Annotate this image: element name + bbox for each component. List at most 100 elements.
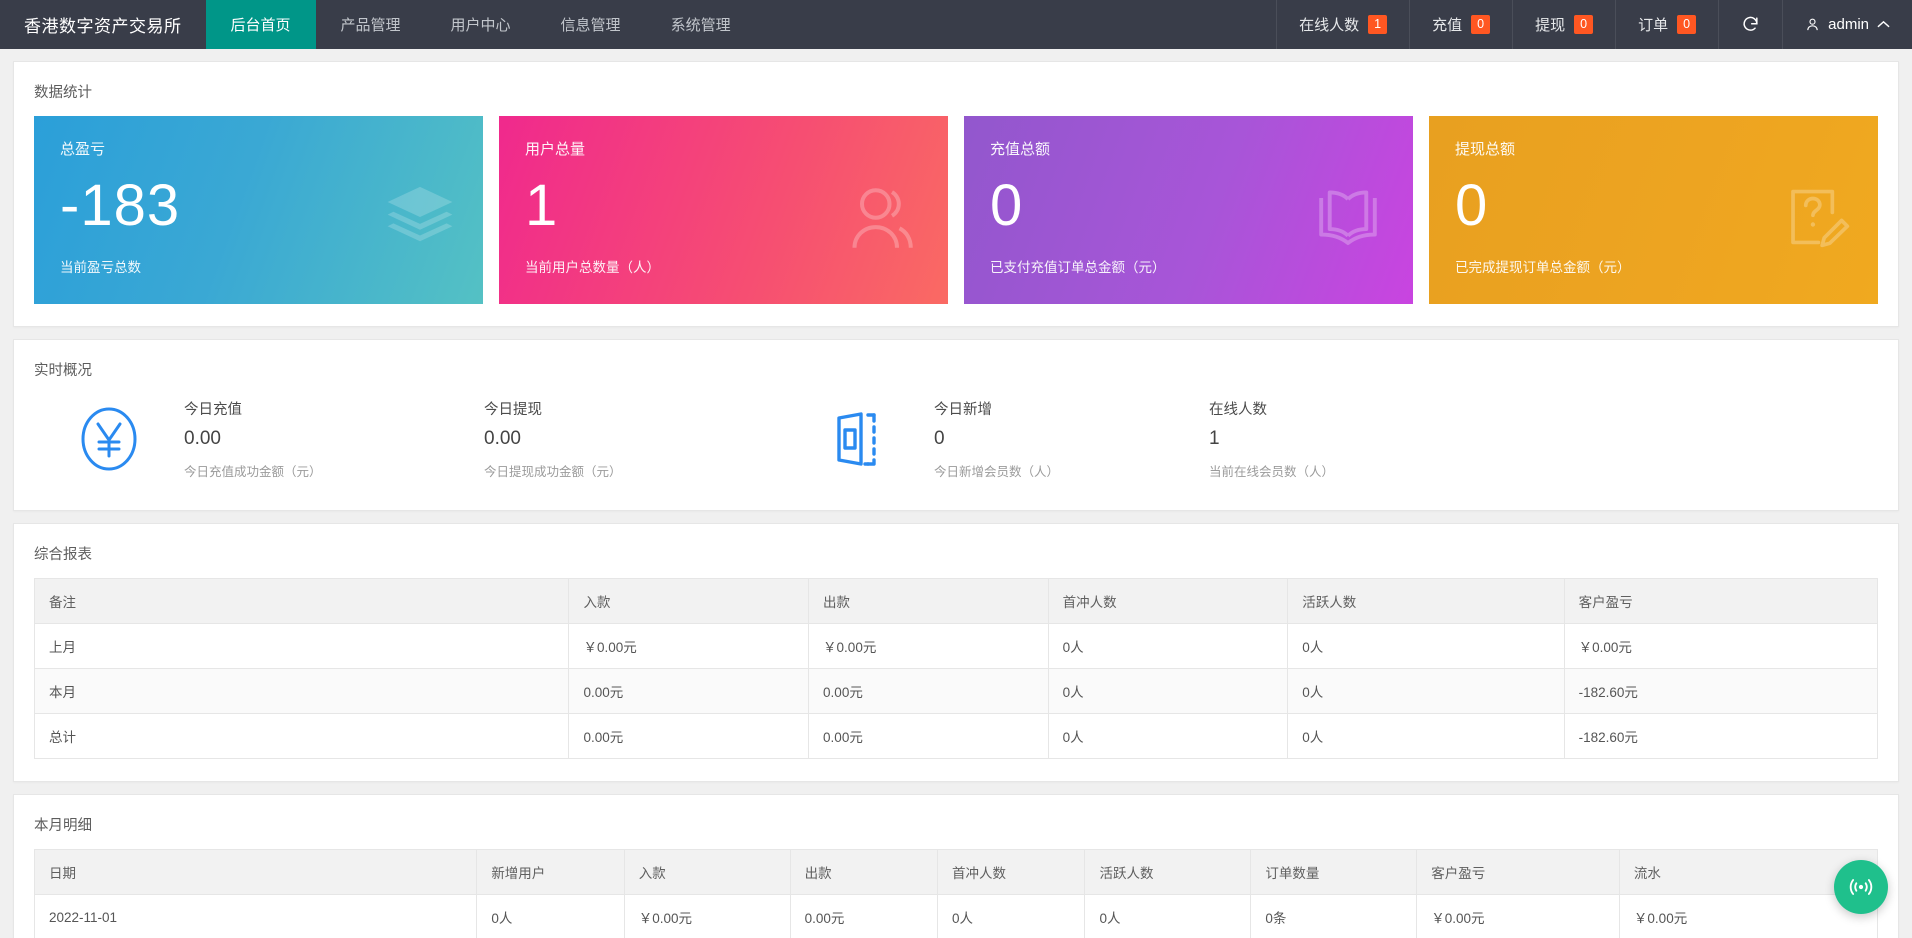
metric-description: 今日提现成功金额（元） bbox=[484, 465, 622, 479]
book-icon bbox=[1309, 178, 1387, 261]
user-menu[interactable]: admin bbox=[1782, 0, 1912, 49]
cell-remark: 上月 bbox=[33, 623, 570, 669]
cell-customer-pl: ￥0.00元 bbox=[1563, 623, 1879, 669]
nav-item-user-center[interactable]: 用户中心 bbox=[426, 0, 536, 49]
col-remark: 备注 bbox=[33, 578, 570, 624]
realtime-panel-title: 实时概况 bbox=[34, 363, 92, 379]
site-brand-title: 香港数字资产交易所 bbox=[24, 17, 182, 36]
statistics-panel: 数据统计 总盈亏 -183 当前盈亏总数 用户总量 1 当前用户总数量（人） 充… bbox=[13, 61, 1899, 327]
cell-active-count: 0人 bbox=[1287, 668, 1565, 714]
nav-stat-online-users-badge: 1 bbox=[1368, 15, 1388, 34]
cell-customer-pl: -182.60元 bbox=[1563, 668, 1879, 714]
cell-deposit: 0.00元 bbox=[568, 713, 810, 759]
nav-item-info-management[interactable]: 信息管理 bbox=[536, 0, 646, 49]
user-name-label: admin bbox=[1828, 16, 1869, 33]
stat-card-label: 总盈亏 bbox=[60, 141, 106, 158]
nav-right-group: 在线人数 1 充值 0 提现 0 订单 0 admin bbox=[1276, 0, 1912, 49]
page-content: 数据统计 总盈亏 -183 当前盈亏总数 用户总量 1 当前用户总数量（人） 充… bbox=[0, 49, 1912, 938]
comprehensive-report-table-wrap: 备注 入款 出款 首冲人数 活跃人数 客户盈亏 上月 ￥0.00元 ￥0.00元… bbox=[14, 578, 1898, 781]
cell-withdraw: 0.00元 bbox=[808, 668, 1049, 714]
nav-stat-orders[interactable]: 订单 0 bbox=[1615, 0, 1718, 49]
realtime-metrics-row: 今日充值 0.00 今日充值成功金额（元） 今日提现 0.00 今日提现成功金额… bbox=[14, 394, 1898, 510]
refresh-button[interactable] bbox=[1718, 0, 1782, 49]
table-header-row: 备注 入款 出款 首冲人数 活跃人数 客户盈亏 bbox=[33, 578, 1879, 624]
nav-stat-withdraw[interactable]: 提现 0 bbox=[1512, 0, 1615, 49]
cell-withdraw: 0.00元 bbox=[808, 713, 1049, 759]
col-active-count: 活跃人数 bbox=[1287, 578, 1565, 624]
metric-description: 今日新增会员数（人） bbox=[934, 465, 1060, 479]
stat-card-total-users[interactable]: 用户总量 1 当前用户总数量（人） bbox=[499, 116, 948, 304]
stat-card-row: 总盈亏 -183 当前盈亏总数 用户总量 1 当前用户总数量（人） 充值总额 0… bbox=[14, 116, 1898, 326]
metric-value: 0.00 bbox=[484, 428, 521, 449]
comprehensive-report-table: 备注 入款 出款 首冲人数 活跃人数 客户盈亏 上月 ￥0.00元 ￥0.00元… bbox=[33, 578, 1879, 759]
metric-label: 今日充值 bbox=[184, 402, 242, 418]
col-customer-pl: 客户盈亏 bbox=[1416, 849, 1620, 895]
door-exit-icon-wrap bbox=[784, 408, 934, 470]
cell-deposit: ￥0.00元 bbox=[623, 894, 791, 938]
realtime-block-today-recharge: 今日充值 0.00 今日充值成功金额（元） bbox=[184, 398, 484, 480]
nav-stat-withdraw-label: 提现 bbox=[1535, 17, 1566, 34]
yuan-circle-icon bbox=[81, 407, 137, 471]
metric-value: 1 bbox=[1209, 428, 1220, 449]
nav-item-product-management[interactable]: 产品管理 bbox=[316, 0, 426, 49]
person-icon bbox=[1807, 18, 1818, 31]
col-date: 日期 bbox=[33, 849, 478, 895]
nav-stat-orders-label: 订单 bbox=[1638, 17, 1669, 34]
col-deposit: 入款 bbox=[623, 849, 791, 895]
nav-stat-withdraw-badge: 0 bbox=[1574, 15, 1594, 34]
month-detail-panel: 本月明细 日期 新增用户 入款 出款 首冲人数 活跃人数 订单数量 客户盈亏 流… bbox=[13, 794, 1899, 938]
layers-icon bbox=[383, 180, 457, 259]
metric-description: 今日充值成功金额（元） bbox=[184, 465, 322, 479]
nav-stat-recharge-label: 充值 bbox=[1432, 17, 1463, 34]
comprehensive-report-title: 综合报表 bbox=[34, 547, 92, 563]
cell-first-deposit-count: 0人 bbox=[1047, 623, 1289, 669]
cell-first-deposit-count: 0人 bbox=[937, 894, 1086, 938]
col-new-users: 新增用户 bbox=[476, 849, 625, 895]
stat-card-total-profit-loss[interactable]: 总盈亏 -183 当前盈亏总数 bbox=[34, 116, 483, 304]
metric-label: 今日提现 bbox=[484, 402, 542, 418]
cell-deposit: 0.00元 bbox=[568, 668, 810, 714]
cell-date: 2022-11-01 bbox=[33, 894, 478, 938]
yuan-circle-icon-wrap bbox=[34, 403, 184, 475]
realtime-block-today-new-users: 今日新增 0 今日新增会员数（人） bbox=[934, 398, 1209, 480]
metric-label: 在线人数 bbox=[1209, 402, 1267, 418]
stat-card-total-recharge[interactable]: 充值总额 0 已支付充值订单总金额（元） bbox=[964, 116, 1413, 304]
realtime-block-online-users: 在线人数 1 当前在线会员数（人） bbox=[1209, 398, 1484, 480]
top-navigation-bar: 香港数字资产交易所 后台首页 产品管理 用户中心 信息管理 系统管理 在线人数 … bbox=[0, 0, 1912, 49]
month-detail-table-wrap: 日期 新增用户 入款 出款 首冲人数 活跃人数 订单数量 客户盈亏 流水 202… bbox=[14, 849, 1898, 938]
metric-description: 当前在线会员数（人） bbox=[1209, 465, 1335, 479]
nav-item-system-management[interactable]: 系统管理 bbox=[646, 0, 756, 49]
cell-active-count: 0人 bbox=[1287, 713, 1565, 759]
cell-first-deposit-count: 0人 bbox=[1047, 713, 1289, 759]
stat-card-label: 提现总额 bbox=[1455, 141, 1516, 158]
col-active-count: 活跃人数 bbox=[1084, 849, 1252, 895]
nav-stat-recharge-badge: 0 bbox=[1471, 15, 1491, 34]
col-withdraw: 出款 bbox=[808, 578, 1049, 624]
stat-card-label: 用户总量 bbox=[525, 141, 586, 158]
primary-nav: 后台首页 产品管理 用户中心 信息管理 系统管理 bbox=[205, 0, 756, 49]
nav-item-dashboard[interactable]: 后台首页 bbox=[205, 0, 316, 49]
table-row: 2022-11-01 0人 ￥0.00元 0.00元 0人 0人 0条 ￥0.0… bbox=[33, 894, 1879, 938]
col-first-deposit-count: 首冲人数 bbox=[1047, 578, 1289, 624]
refresh-icon bbox=[1743, 16, 1758, 31]
nav-stat-online-users[interactable]: 在线人数 1 bbox=[1276, 0, 1409, 49]
table-header-row: 日期 新增用户 入款 出款 首冲人数 活跃人数 订单数量 客户盈亏 流水 bbox=[33, 849, 1879, 895]
stat-card-total-withdraw[interactable]: 提现总额 0 已完成提现订单总金额（元） bbox=[1429, 116, 1878, 304]
chevron-up-icon bbox=[1877, 20, 1890, 28]
cell-new-users: 0人 bbox=[476, 894, 625, 938]
nav-stat-recharge[interactable]: 充值 0 bbox=[1409, 0, 1512, 49]
table-row: 本月 0.00元 0.00元 0人 0人 -182.60元 bbox=[33, 668, 1879, 714]
table-row: 总计 0.00元 0.00元 0人 0人 -182.60元 bbox=[33, 713, 1879, 759]
door-exit-icon bbox=[837, 412, 876, 466]
cell-order-count: 0条 bbox=[1250, 894, 1418, 938]
chat-support-icon bbox=[1849, 879, 1873, 895]
cell-active-count: 0人 bbox=[1084, 894, 1252, 938]
cell-withdraw: 0.00元 bbox=[789, 894, 939, 938]
col-first-deposit-count: 首冲人数 bbox=[937, 849, 1086, 895]
realtime-panel: 实时概况 今日充值 0.00 今日充值成功金额（元） 今日提现 0.00 今日提… bbox=[13, 339, 1899, 511]
col-customer-pl: 客户盈亏 bbox=[1563, 578, 1879, 624]
metric-label: 今日新增 bbox=[934, 402, 992, 418]
cell-customer-pl: -182.60元 bbox=[1563, 713, 1879, 759]
cell-remark: 本月 bbox=[33, 668, 570, 714]
customer-support-button[interactable] bbox=[1834, 860, 1888, 914]
